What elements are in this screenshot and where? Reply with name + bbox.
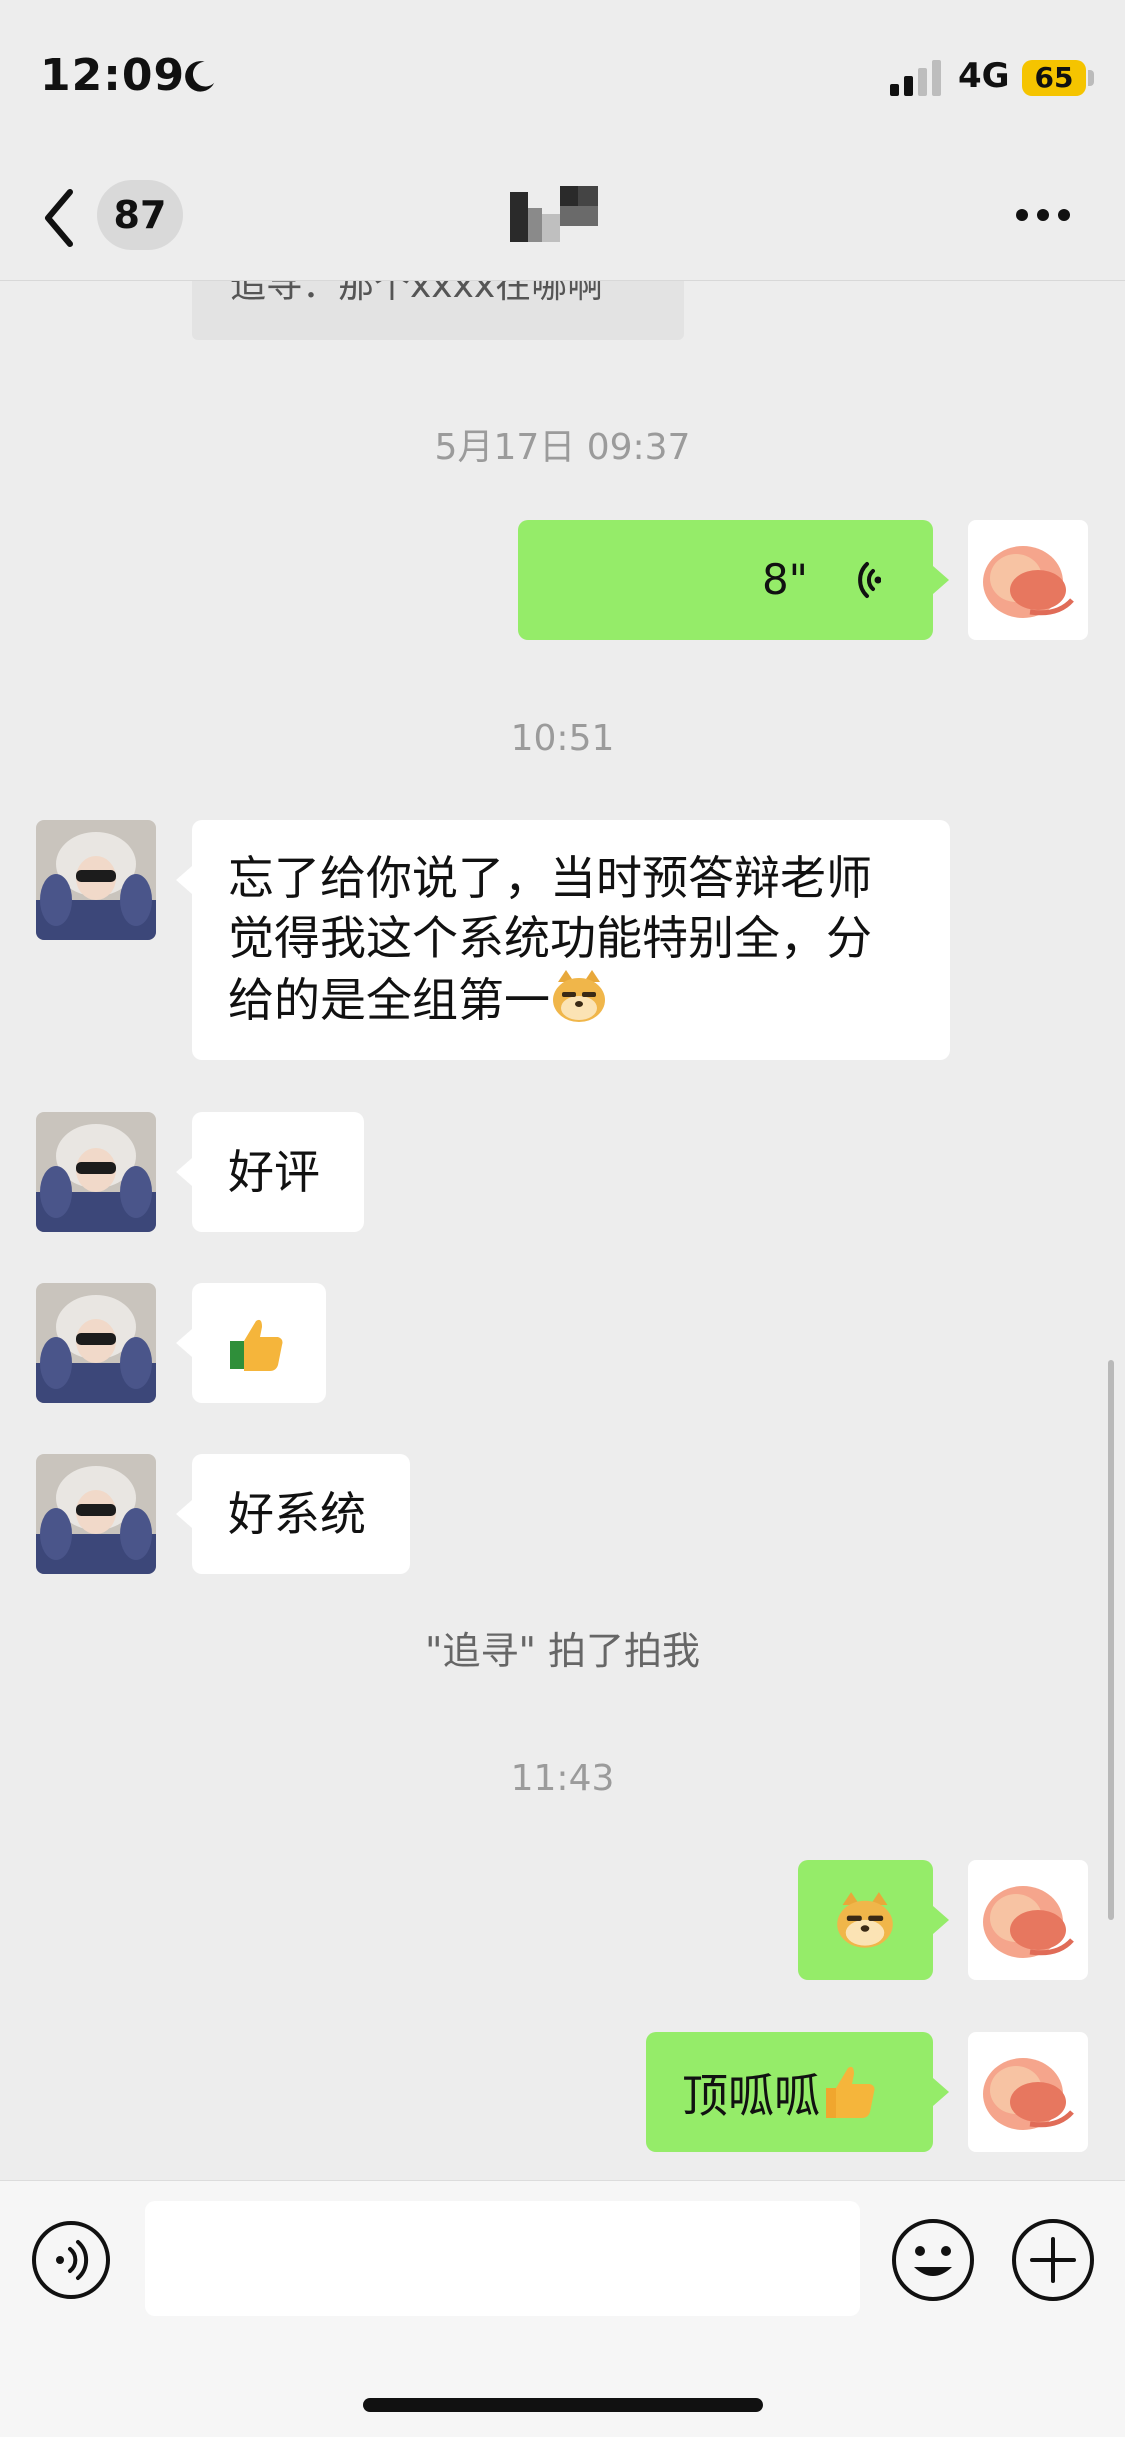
bubble-tail — [933, 2078, 949, 2106]
voice-duration: 8" — [761, 555, 808, 604]
peach-avatar-icon — [968, 2032, 1088, 2152]
message-text: 好评 — [228, 1145, 320, 1199]
my-avatar[interactable] — [968, 520, 1088, 640]
unread-count-badge[interactable]: 87 — [97, 180, 183, 250]
voice-message-bubble[interactable]: 8" — [518, 520, 933, 640]
bubble-tail — [176, 1329, 192, 1357]
doge-icon — [837, 1892, 893, 1948]
pat-notification: "追寻" 拍了拍我 — [424, 1629, 701, 1673]
bubble-tail — [933, 1906, 949, 1934]
thumbs-up-icon — [826, 2066, 875, 2118]
message-line-with-emoji: 给的是全组第一 — [228, 968, 914, 1030]
contact-avatar-photo — [36, 1112, 156, 1232]
contact-avatar[interactable] — [36, 1112, 156, 1232]
message-input[interactable] — [145, 2201, 860, 2316]
contact-avatar[interactable] — [36, 820, 156, 940]
chat-header: 87 — [0, 150, 1125, 281]
emoji-icon[interactable] — [890, 2217, 976, 2303]
voice-wave-icon — [858, 562, 881, 598]
moon-icon — [185, 61, 215, 92]
contact-avatar[interactable] — [36, 1454, 156, 1574]
scrollbar[interactable] — [1108, 1360, 1114, 1920]
my-avatar[interactable] — [968, 2032, 1088, 2152]
emoji-bubble[interactable] — [192, 1283, 326, 1403]
message-text: 好系统 — [228, 1487, 366, 1541]
contact-avatar-photo — [36, 820, 156, 940]
message-bubble[interactable]: 好评 — [192, 1112, 364, 1232]
bubble-tail — [933, 566, 949, 594]
back-chevron-icon[interactable] — [40, 188, 80, 248]
status-bar: 12:09 4G 65 — [0, 0, 1125, 150]
my-avatar[interactable] — [968, 1860, 1088, 1980]
message-line: 给的是全组第一 — [228, 973, 550, 1027]
doge-icon — [553, 970, 605, 1022]
timestamp: 5月17日 09:37 — [434, 427, 691, 468]
timestamp: 10:51 — [510, 718, 615, 759]
home-indicator[interactable] — [363, 2398, 763, 2412]
message-line: 忘了给你说了，当时预答辩老师 — [228, 851, 872, 905]
peach-avatar-icon — [968, 1860, 1088, 1980]
plus-icon[interactable] — [1010, 2217, 1096, 2303]
battery-nub — [1088, 70, 1094, 86]
bubble-tail — [176, 1158, 192, 1186]
emoji-bubble[interactable] — [798, 1860, 933, 1980]
network-type: 4G — [958, 56, 1010, 96]
status-time: 12:09 — [40, 50, 186, 101]
message-line: 觉得我这个系统功能特别全，分 — [228, 911, 872, 965]
more-options-icon[interactable] — [1015, 208, 1071, 222]
contact-avatar[interactable] — [36, 1283, 156, 1403]
bubble-tail — [176, 866, 192, 894]
message-bubble[interactable]: 忘了给你说了，当时预答辩老师 觉得我这个系统功能特别全，分 给的是全组第一 — [192, 820, 950, 1060]
battery-level: 65 — [1022, 60, 1086, 96]
contact-avatar-photo — [36, 1454, 156, 1574]
message-text: 顶呱呱 — [682, 2069, 820, 2123]
chat-title-mosaic-icon — [510, 186, 598, 242]
message-bubble[interactable]: 顶呱呱 — [646, 2032, 933, 2152]
bubble-tail — [176, 1500, 192, 1528]
thumbs-up-icon — [230, 1319, 283, 1371]
timestamp: 11:43 — [510, 1758, 615, 1799]
voice-input-toggle-icon[interactable] — [30, 2219, 112, 2301]
cellular-signal-icon — [890, 60, 941, 96]
peach-avatar-icon — [968, 520, 1088, 640]
message-bubble[interactable]: 好系统 — [192, 1454, 410, 1574]
contact-avatar-photo — [36, 1283, 156, 1403]
